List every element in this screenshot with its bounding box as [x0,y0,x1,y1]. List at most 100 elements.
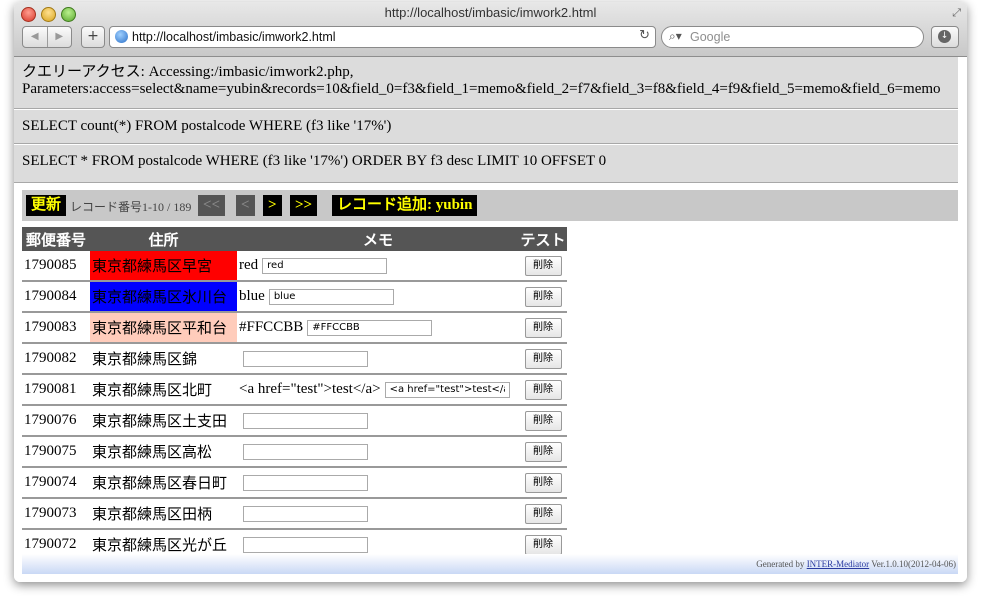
access-line-2: Parameters:access=select&name=yubin&reco… [22,81,941,97]
delete-button[interactable]: 削除 [524,503,562,524]
delete-button[interactable]: 削除 [524,472,562,493]
address-cell: 東京都練馬区高松 [90,436,237,468]
header-test: テスト [519,227,567,251]
globe-icon [115,30,128,43]
table-row: 1790084東京都練馬区氷川台blue 削除 [22,281,567,313]
table-row: 1790075 東京都練馬区高松 削除 [22,436,567,468]
first-page-button[interactable]: << [198,195,226,216]
forward-button[interactable]: ▶ [48,27,72,47]
count-query-text: SELECT count(*) FROM postalcode WHERE (f… [22,118,392,134]
footer-prefix: Generated by [756,559,807,569]
zip-cell: 1790076 [22,405,90,437]
reload-icon[interactable]: ↻ [639,28,650,43]
zip-cell: 1790075 [22,436,90,468]
zip-cell: 1790073 [22,498,90,530]
memo-cell [237,343,519,375]
refresh-button[interactable]: 更新 [26,195,67,216]
search-field[interactable]: ⌕▾ Google [661,26,924,48]
memo-cell: red [237,251,519,282]
address-cell: 東京都練馬区平和台 [90,312,237,344]
delete-button[interactable]: 削除 [524,255,562,276]
memo-cell: #FFCCBB [237,312,519,344]
test-cell: 削除 [519,281,567,313]
fullscreen-icon[interactable]: ⤢ [952,6,961,20]
memo-cell: <a href="test">test</a> [237,374,519,406]
header-address: 住所 [90,227,237,251]
record-info: レコード番号1-10 / 189 [70,200,192,214]
memo-input[interactable] [243,443,368,460]
memo-input[interactable] [243,505,368,522]
delete-button[interactable]: 削除 [524,410,562,431]
delete-button[interactable]: 削除 [524,441,562,462]
memo-input[interactable] [243,536,368,553]
back-button[interactable]: ◀ [23,27,48,47]
memo-text: <a href="test">test</a> [239,381,381,397]
table-row: 1790081東京都練馬区北町<a href="test">test</a> 削除 [22,374,567,406]
window-title: http://localhost/imbasic/imwork2.html [384,5,597,20]
prev-page-button[interactable]: < [236,195,255,216]
footer-text: Generated by INTER-Mediator Ver.1.0.10(2… [756,559,956,569]
browser-window: http://localhost/imbasic/imwork2.html ⤢ … [14,2,967,582]
search-icon[interactable]: ⌕▾ [669,29,682,44]
navigation-bar: 更新 レコード番号1-10 / 189 << < > >> レコード追加: yu… [22,190,958,221]
access-log: クエリーアクセス: Accessing:/imbasic/imwork2.php… [14,57,958,109]
inter-mediator-link[interactable]: INTER-Mediator [807,559,869,569]
table-row: 1790076 東京都練馬区土支田 削除 [22,405,567,437]
back-forward-buttons: ◀ ▶ [22,26,72,48]
test-cell: 削除 [519,405,567,437]
address-cell: 東京都練馬区氷川台 [90,281,237,313]
zip-cell: 1790085 [22,251,90,282]
delete-button[interactable]: 削除 [524,286,562,307]
address-cell: 東京都練馬区土支田 [90,405,237,437]
test-cell: 削除 [519,467,567,499]
header-memo: メモ [237,227,519,251]
delete-button[interactable]: 削除 [524,534,562,555]
downloads-button[interactable]: ↓ [931,26,959,48]
record-table: 郵便番号 住所 メモ テスト 1790085東京都練馬区早宮red削除17900… [22,227,567,561]
address-bar[interactable]: http://localhost/imbasic/imwork2.html ↻ [109,26,656,48]
download-icon: ↓ [938,30,951,43]
select-query-log: SELECT * FROM postalcode WHERE (f3 like … [14,145,958,183]
footer: Generated by INTER-Mediator Ver.1.0.10(2… [22,554,958,574]
memo-input[interactable] [307,319,433,336]
title-bar: http://localhost/imbasic/imwork2.html ⤢ … [14,2,967,57]
memo-input[interactable] [384,381,510,398]
table-header-row: 郵便番号 住所 メモ テスト [22,227,567,251]
zip-cell: 1790083 [22,312,90,344]
address-cell: 東京都練馬区早宮 [90,251,237,282]
test-cell: 削除 [519,498,567,530]
memo-cell [237,467,519,499]
table-row: 1790074 東京都練馬区春日町 削除 [22,467,567,499]
zip-cell: 1790084 [22,281,90,313]
memo-cell [237,498,519,530]
test-cell: 削除 [519,312,567,344]
select-query-text: SELECT * FROM postalcode WHERE (f3 like … [22,153,607,169]
address-cell: 東京都練馬区春日町 [90,467,237,499]
add-bookmark-button[interactable]: + [81,26,105,48]
access-line-1: クエリーアクセス: Accessing:/imbasic/imwork2.php… [22,64,354,80]
add-record-button[interactable]: レコード追加: yubin [332,195,478,216]
delete-button[interactable]: 削除 [524,317,562,338]
memo-input[interactable] [268,288,394,305]
memo-input[interactable] [243,474,368,491]
memo-input[interactable] [262,257,388,274]
table-row: 1790082 東京都練馬区錦 削除 [22,343,567,375]
table-row: 1790083東京都練馬区平和台#FFCCBB 削除 [22,312,567,344]
url-text[interactable]: http://localhost/imbasic/imwork2.html [132,30,336,44]
zip-cell: 1790081 [22,374,90,406]
zip-cell: 1790074 [22,467,90,499]
memo-text: blue [239,288,265,304]
delete-button[interactable]: 削除 [524,348,562,369]
test-cell: 削除 [519,251,567,282]
footer-suffix: Ver.1.0.10(2012-04-06) [869,559,956,569]
memo-input[interactable] [243,350,368,367]
next-page-button[interactable]: > [263,195,282,216]
test-cell: 削除 [519,374,567,406]
last-page-button[interactable]: >> [290,195,318,216]
delete-button[interactable]: 削除 [524,379,562,400]
zip-cell: 1790082 [22,343,90,375]
search-placeholder: Google [690,30,731,44]
header-zip: 郵便番号 [22,227,90,251]
memo-input[interactable] [243,412,368,429]
memo-text: red [239,257,259,273]
